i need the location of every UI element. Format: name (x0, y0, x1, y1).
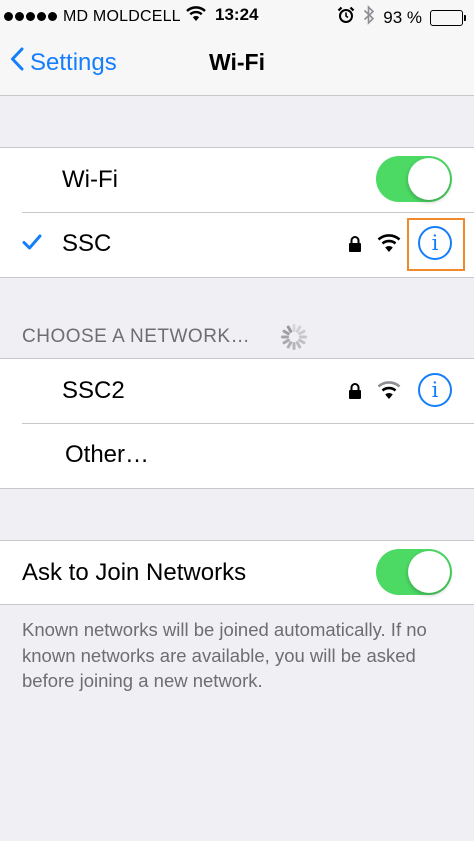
lock-icon (348, 382, 362, 405)
checkmark-icon (22, 234, 42, 255)
divider (22, 423, 474, 424)
battery-percent: 93 % (383, 7, 422, 27)
toggle-knob (408, 551, 450, 593)
network-name: SSC2 (62, 377, 125, 404)
other-network-row[interactable]: Other… (0, 423, 474, 487)
other-label: Other… (65, 441, 150, 468)
wifi-icon (185, 6, 206, 27)
wifi-toggle[interactable] (376, 156, 452, 202)
status-right: 93 % (337, 5, 466, 30)
wifi-strength-icon (377, 380, 401, 405)
loading-spinner-icon (279, 322, 309, 357)
status-time: 13:24 (215, 5, 259, 24)
toggle-knob (408, 158, 450, 200)
wifi-toggle-row: Wi-Fi (0, 148, 474, 212)
ask-to-join-description: Known networks will be joined automatica… (22, 619, 427, 691)
carrier-name: MD MOLDCELL (63, 7, 181, 25)
info-button-highlight (407, 218, 465, 271)
ask-to-join-toggle[interactable] (376, 549, 452, 595)
lock-icon (348, 235, 362, 258)
ask-to-join-row: Ask to Join Networks (0, 541, 474, 605)
networks-group: SSC2 i Other… (0, 358, 474, 489)
wifi-group: Wi-Fi SSC i (0, 147, 474, 278)
wifi-strength-icon (377, 233, 401, 258)
section-header: CHOOSE A NETWORK… (22, 326, 251, 347)
connected-network-row[interactable]: SSC i (0, 212, 474, 276)
ask-to-join-label: Ask to Join Networks (22, 559, 247, 586)
navigation-bar: Settings Wi-Fi (0, 32, 474, 96)
ask-to-join-group: Ask to Join Networks (0, 540, 474, 605)
info-icon[interactable]: i (418, 373, 452, 407)
status-bar: MD MOLDCELL 13:24 93 % (0, 0, 474, 32)
bluetooth-icon (363, 5, 375, 30)
battery-icon (430, 9, 466, 26)
signal-dots-icon (4, 12, 57, 21)
network-row[interactable]: SSC2 i (0, 359, 474, 423)
wifi-toggle-label: Wi-Fi (62, 166, 118, 193)
alarm-icon (337, 6, 355, 29)
page-title: Wi-Fi (209, 49, 265, 75)
divider (22, 212, 474, 213)
network-name: SSC (62, 230, 112, 257)
status-left: MD MOLDCELL (4, 6, 206, 27)
